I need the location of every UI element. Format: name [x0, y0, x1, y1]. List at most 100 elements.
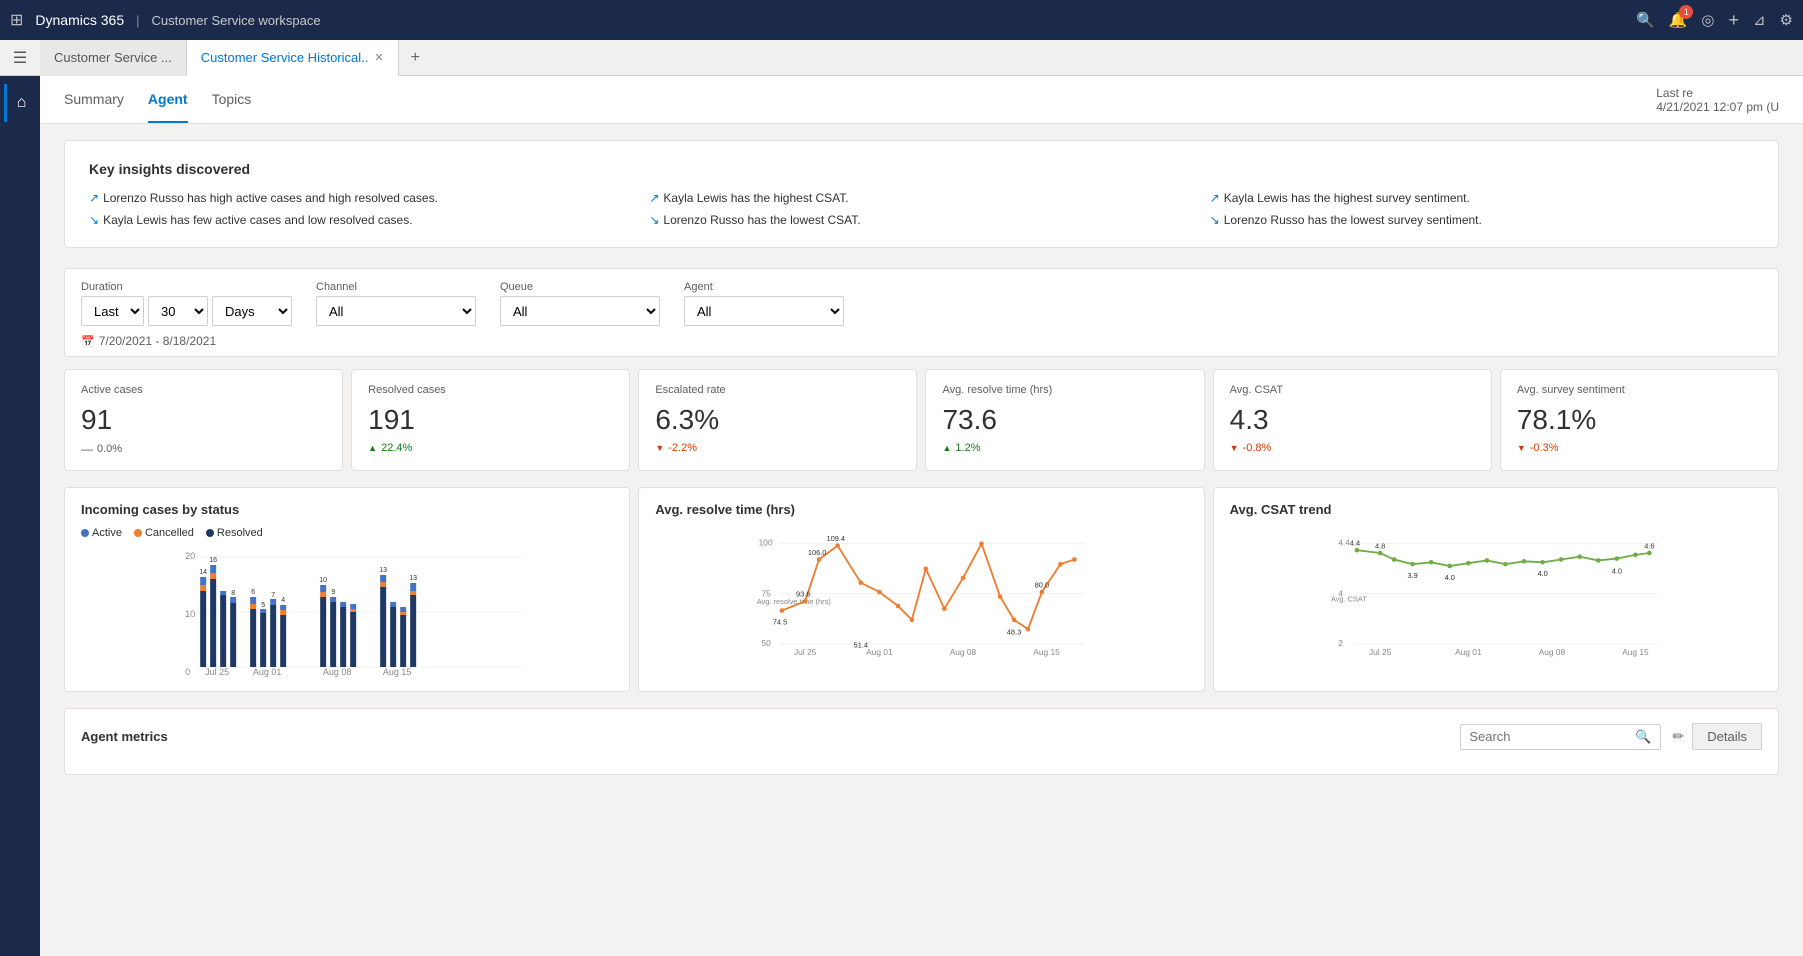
- svg-text:6: 6: [251, 589, 255, 596]
- kpi-avg-survey-trend: -0.3%: [1517, 442, 1762, 454]
- chart-resolve-title: Avg. resolve time (hrs): [655, 502, 1187, 517]
- svg-text:74.5: 74.5: [773, 618, 787, 627]
- kpi-resolved-cases: Resolved cases 191 22.4%: [351, 369, 630, 471]
- svg-text:14: 14: [199, 569, 207, 576]
- filters-container: Duration Last 30 Days: [64, 268, 1779, 357]
- queue-label: Queue: [500, 281, 660, 293]
- agent-metrics-header: Agent metrics 🔍 ✏ Details: [81, 723, 1762, 750]
- chart-row: Incoming cases by status Active Cancelle…: [64, 487, 1779, 692]
- tab-label-csh: Customer Service Historical..: [201, 50, 369, 65]
- queue-select[interactable]: All: [500, 296, 660, 326]
- search-icon[interactable]: 🔍: [1636, 11, 1655, 29]
- channel-select[interactable]: All: [316, 296, 476, 326]
- menu-icon[interactable]: ☰: [0, 48, 40, 68]
- chart-avg-resolve-time: Avg. resolve time (hrs) 100 75 50 Avg. r…: [638, 487, 1204, 692]
- tab-bar: ☰ Customer Service ... Customer Service …: [0, 40, 1803, 76]
- duration-unit-select[interactable]: Days: [212, 296, 292, 326]
- svg-text:100: 100: [759, 538, 773, 548]
- duration-value-select[interactable]: 30: [148, 296, 208, 326]
- kpi-active-cases-value: 91: [81, 404, 326, 436]
- arrow-down-icon-5: [1210, 213, 1220, 227]
- svg-text:Aug 01: Aug 01: [1455, 647, 1482, 657]
- tab-customer-service-historical[interactable]: Customer Service Historical.. ✕: [187, 40, 399, 76]
- svg-text:109.4: 109.4: [827, 534, 846, 543]
- legend-dot-active: [81, 529, 89, 537]
- search-box: 🔍: [1460, 724, 1660, 750]
- tab-customer-service[interactable]: Customer Service ...: [40, 40, 187, 76]
- tab-summary[interactable]: Summary: [64, 77, 124, 123]
- legend-resolved: Resolved: [206, 527, 263, 539]
- kpi-escalated-rate-value: 6.3%: [655, 404, 900, 436]
- kpi-active-cases-title: Active cases: [81, 384, 326, 396]
- top-nav-icons: 🔍 🔔 ◎ + ⊿ ⚙: [1636, 10, 1793, 31]
- svg-text:7: 7: [271, 592, 275, 599]
- edit-icon[interactable]: ✏: [1673, 728, 1685, 745]
- kpi-avg-resolve-time-trend-value: 1.2%: [955, 442, 980, 454]
- line-chart-csat-svg: 4.4 4 2 Avg. CSAT: [1230, 527, 1762, 657]
- content-area: Key insights discovered Lorenzo Russo ha…: [40, 124, 1803, 791]
- grid-icon[interactable]: ⊞: [10, 10, 23, 30]
- kpi-resolved-cases-trend-value: 22.4%: [381, 442, 412, 454]
- sidebar-item-home[interactable]: ⌂: [4, 84, 37, 122]
- legend-active: Active: [81, 527, 122, 539]
- nav-divider: |: [136, 13, 139, 28]
- insights-grid: Lorenzo Russo has high active cases and …: [89, 191, 1754, 227]
- tab-topics[interactable]: Topics: [212, 77, 252, 123]
- svg-text:13: 13: [409, 575, 417, 582]
- agent-select[interactable]: All: [684, 296, 844, 326]
- svg-text:Aug 15: Aug 15: [383, 667, 412, 677]
- svg-text:10: 10: [319, 577, 327, 584]
- details-button[interactable]: Details: [1692, 723, 1762, 750]
- add-tab-button[interactable]: +: [399, 49, 432, 67]
- notification-icon[interactable]: 🔔: [1669, 11, 1688, 29]
- kpi-escalated-rate-trend-value: -2.2%: [668, 442, 697, 454]
- insight-item-0: Lorenzo Russo has high active cases and …: [89, 191, 633, 205]
- workspace-label: Customer Service workspace: [152, 13, 321, 28]
- kpi-avg-survey-value: 78.1%: [1517, 404, 1762, 436]
- kpi-avg-csat-title: Avg. CSAT: [1230, 384, 1475, 396]
- insight-item-3: Lorenzo Russo has the lowest CSAT.: [649, 213, 1193, 227]
- bar-chart-svg: 20 10 0 14: [81, 547, 613, 677]
- insight-item-1: Kayla Lewis has few active cases and low…: [89, 213, 633, 227]
- kpi-avg-survey: Avg. survey sentiment 78.1% -0.3%: [1500, 369, 1779, 471]
- svg-text:Avg. CSAT: Avg. CSAT: [1331, 594, 1367, 603]
- svg-text:Jul 25: Jul 25: [205, 667, 229, 677]
- legend-dot-cancelled: [134, 529, 142, 537]
- duration-preset-select[interactable]: Last: [81, 296, 144, 326]
- gear-icon[interactable]: ⚙: [1780, 11, 1793, 29]
- arrow-down-icon-3: [649, 213, 659, 227]
- svg-text:Aug 15: Aug 15: [1034, 647, 1061, 657]
- chart-csat-title: Avg. CSAT trend: [1230, 502, 1762, 517]
- svg-text:8: 8: [231, 590, 235, 597]
- queue-control: All: [500, 296, 660, 326]
- svg-text:Aug 01: Aug 01: [253, 667, 282, 677]
- legend-label-active: Active: [92, 527, 122, 539]
- kpi-avg-csat-trend-value: -0.8%: [1243, 442, 1272, 454]
- filter-icon[interactable]: ⊿: [1753, 11, 1766, 29]
- svg-text:20: 20: [185, 551, 195, 561]
- date-range: 📅 7/20/2021 - 8/18/2021: [81, 334, 1762, 348]
- chart-incoming-cases: Incoming cases by status Active Cancelle…: [64, 487, 630, 692]
- agent-label: Agent: [684, 281, 844, 293]
- queue-filter-group: Queue All: [500, 281, 660, 326]
- channel-filter-group: Channel All: [316, 281, 476, 326]
- trend-neutral-icon-0: [81, 442, 93, 456]
- insight-item-2: Kayla Lewis has the highest CSAT.: [649, 191, 1193, 205]
- trend-down-icon-4: [1230, 442, 1239, 454]
- tab-close-icon[interactable]: ✕: [374, 51, 383, 64]
- svg-text:2: 2: [1338, 638, 1343, 648]
- add-icon[interactable]: +: [1728, 10, 1739, 31]
- svg-text:4.6: 4.6: [1644, 541, 1654, 550]
- insight-text-5: Lorenzo Russo has the lowest survey sent…: [1224, 213, 1482, 227]
- duration-controls: Last 30 Days: [81, 296, 292, 326]
- trend-up-icon-1: [368, 442, 377, 454]
- kpi-active-cases-trend: 0.0%: [81, 442, 326, 456]
- kpi-resolved-cases-value: 191: [368, 404, 613, 436]
- svg-text:4.0: 4.0: [1537, 569, 1547, 578]
- target-icon[interactable]: ◎: [1701, 11, 1714, 29]
- tab-agent[interactable]: Agent: [148, 77, 188, 123]
- page-nav-tabs: Summary Agent Topics: [64, 77, 251, 123]
- timestamp-label: Last re: [1656, 86, 1693, 100]
- kpi-avg-survey-title: Avg. survey sentiment: [1517, 384, 1762, 396]
- agent-search-input[interactable]: [1469, 729, 1629, 744]
